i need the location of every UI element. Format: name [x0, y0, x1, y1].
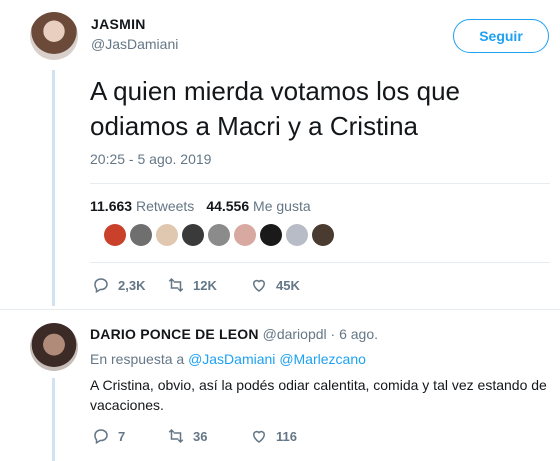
heart-icon [252, 430, 266, 443]
follow-button[interactable]: Seguir [453, 19, 549, 53]
engagement-stats: 11.663 Retweets 44.556 Me gusta [90, 198, 311, 214]
reply-button[interactable]: 2,3K [92, 276, 167, 294]
divider [90, 183, 550, 184]
liker-avatar[interactable] [260, 224, 282, 246]
likes-count: 44.556 [206, 198, 250, 214]
like-button[interactable]: 45K [250, 276, 300, 294]
liker-avatar[interactable] [208, 224, 230, 246]
liker-avatar[interactable] [286, 224, 308, 246]
like-count: 116 [276, 428, 297, 444]
likes-stat[interactable]: 44.556 Me gusta [206, 198, 310, 214]
retweets-stat[interactable]: 11.663 Retweets [90, 198, 194, 214]
in-reply-to: En respuesta a @JasDamiani @Marlezcano [90, 351, 366, 367]
reply-text: A Cristina, obvio, así la podés odiar ca… [90, 377, 547, 413]
retweets-count: 11.663 [90, 198, 133, 214]
thread-connector-line [52, 70, 55, 306]
retweet-icon [168, 428, 184, 444]
reply-button[interactable]: 7 [92, 427, 167, 445]
retweet-count: 36 [193, 428, 208, 444]
tweet-text: A quien mierda votamos los que odiamos a… [90, 76, 460, 141]
avatar[interactable] [30, 12, 78, 60]
reply-icon [94, 429, 108, 445]
mention-link[interactable]: @Marlezcano [279, 351, 366, 367]
reply-icon [94, 278, 108, 294]
reply-avatar[interactable] [30, 323, 78, 371]
thread-connector-line-reply [52, 378, 55, 461]
tweet-timestamp[interactable]: 20:25 - 5 ago. 2019 [90, 151, 211, 167]
liker-avatars [104, 224, 334, 246]
liker-avatar[interactable] [182, 224, 204, 246]
reply-display-name[interactable]: DARIO PONCE DE LEON [90, 326, 259, 342]
reply-header: DARIO PONCE DE LEON @dariopdl · 6 ago. [90, 326, 378, 342]
reply-handle[interactable]: @dariopdl [263, 326, 327, 342]
retweet-button[interactable]: 36 [167, 427, 250, 445]
in-reply-prefix: En respuesta a [90, 351, 185, 367]
display-name[interactable]: JASMIN [91, 16, 146, 32]
liker-avatar[interactable] [156, 224, 178, 246]
reply-separator: · [330, 326, 336, 342]
liker-avatar[interactable] [234, 224, 256, 246]
liker-avatar[interactable] [130, 224, 152, 246]
retweet-count: 12K [193, 277, 217, 293]
liker-avatar[interactable] [312, 224, 334, 246]
mention-link[interactable]: @JasDamiani [188, 351, 275, 367]
reply-count: 2,3K [118, 277, 146, 293]
heart-icon [252, 279, 266, 292]
like-button[interactable]: 116 [250, 427, 297, 445]
retweet-icon [168, 277, 184, 293]
divider [0, 309, 560, 310]
like-count: 45K [276, 277, 300, 293]
tweet-actions: 2,3K 12K 45K [92, 276, 300, 294]
likes-label: Me gusta [253, 198, 311, 214]
divider [90, 262, 550, 263]
retweet-button[interactable]: 12K [167, 276, 250, 294]
liker-avatar[interactable] [104, 224, 126, 246]
reply-count: 7 [118, 428, 126, 444]
reply-time[interactable]: 6 ago. [339, 326, 378, 342]
user-handle[interactable]: @JasDamiani [91, 36, 178, 52]
retweets-label: Retweets [135, 198, 195, 214]
reply-actions: 7 36 116 [92, 427, 297, 445]
